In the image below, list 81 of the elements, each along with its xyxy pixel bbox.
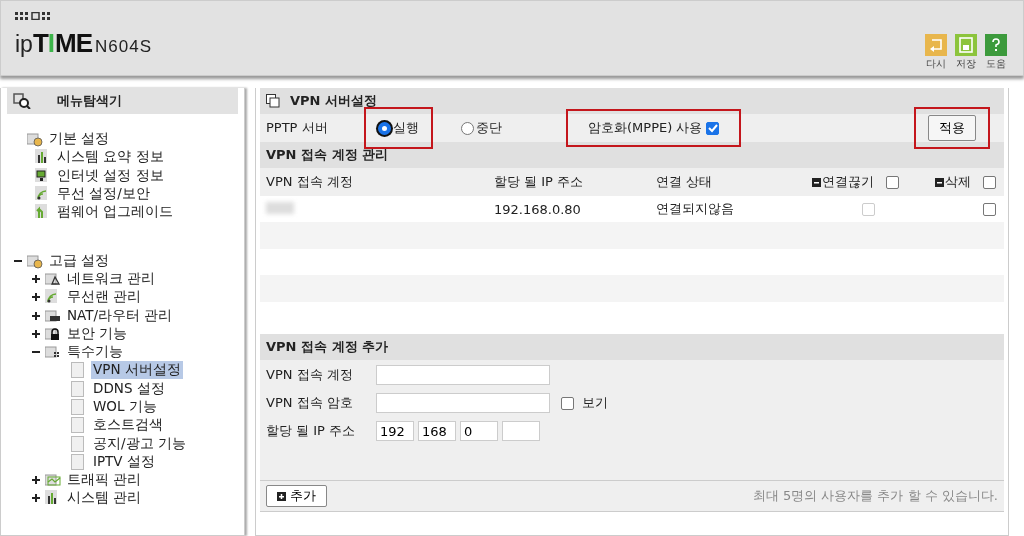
help-button[interactable]: 도움	[985, 34, 1007, 71]
column-header: 연결 상태	[655, 173, 714, 191]
folder-icon	[45, 344, 61, 361]
menu-item[interactable]: 공지/광고 기능	[91, 434, 188, 453]
expand-icon[interactable]	[32, 494, 40, 503]
column-header: 연결끊기	[822, 173, 874, 191]
page-icon	[71, 380, 87, 397]
checkbox[interactable]	[886, 175, 899, 189]
line-chart-icon	[45, 472, 61, 489]
column-header: 삭제	[945, 173, 971, 191]
table-cell-text: 192.168.0.80	[493, 201, 582, 217]
minus-icon	[935, 177, 944, 187]
menu-item[interactable]: 트래픽 관리	[65, 471, 144, 490]
page-icon	[71, 362, 87, 379]
undo-button[interactable]: 다시	[925, 34, 947, 71]
expand-icon[interactable]	[32, 311, 40, 320]
brand-logo: ipTIME N604S	[15, 28, 152, 59]
menu-item[interactable]: DDNS 설정	[91, 379, 167, 398]
checkbox[interactable]	[561, 396, 574, 410]
lock-icon	[45, 325, 61, 342]
minus-icon	[812, 177, 821, 187]
save-button[interactable]: 저장	[955, 34, 977, 71]
folder-icon	[27, 252, 43, 269]
page-icon	[71, 453, 87, 470]
menu-item[interactable]: IPTV 설정	[91, 452, 157, 471]
checkbox[interactable]	[983, 175, 996, 189]
menu-item[interactable]: VPN 서버설정	[91, 361, 183, 380]
menu-item[interactable]: 호스트검색	[91, 416, 165, 435]
menu-item[interactable]: 고급 설정	[47, 251, 112, 270]
section-title: VPN 접속 계정 관리	[266, 146, 389, 164]
menu-item[interactable]: 보안 기능	[65, 324, 130, 343]
field-label: PPTP 서버	[266, 119, 329, 137]
add-button[interactable]: 추가	[266, 485, 327, 507]
text-field[interactable]	[376, 365, 550, 385]
field-label: 할당 될 IP 주소	[266, 422, 357, 440]
table-cell-text: 연결되지않음	[655, 200, 735, 218]
option-label: 보기	[582, 394, 608, 412]
dot-grid-logo-icon	[15, 12, 50, 20]
radio-option[interactable]: 실행	[378, 119, 419, 137]
page-icon	[71, 435, 87, 452]
option-label: 암호화(MPPE) 사용	[588, 119, 703, 137]
menu-item[interactable]: 펌웨어 업그레이드	[55, 203, 176, 222]
ip-octet-field[interactable]: 0	[460, 421, 498, 441]
menu-item[interactable]: 네트워크 관리	[65, 269, 158, 288]
apply-button[interactable]: 적용	[928, 115, 976, 141]
ip-octet-field[interactable]: 168	[418, 421, 456, 441]
menu-item[interactable]: 무선랜 관리	[65, 288, 144, 307]
windows-icon	[266, 94, 280, 108]
checkbox[interactable]	[706, 121, 720, 135]
password-field[interactable]	[376, 393, 550, 413]
menu-item[interactable]: 시스템 요약 정보	[55, 148, 166, 167]
expand-icon[interactable]	[32, 476, 40, 485]
expand-icon[interactable]	[32, 274, 40, 283]
ip-octet-field[interactable]: 192	[376, 421, 414, 441]
network-icon	[45, 270, 61, 287]
ip-octet-field[interactable]	[502, 421, 540, 441]
menu-item[interactable]: NAT/라우터 관리	[65, 306, 175, 325]
menu-item[interactable]: 기본 설정	[47, 130, 112, 149]
field-label: VPN 접속 암호	[266, 394, 354, 412]
panel-title: 메뉴탐색기	[57, 92, 122, 110]
section-title: VPN 서버설정	[290, 92, 377, 110]
column-header: VPN 접속 계정	[265, 173, 354, 191]
checkbox[interactable]	[983, 202, 996, 216]
menu-item[interactable]: 무선 설정/보안	[55, 185, 152, 204]
hint-text: 최대 5명의 사용자를 추가 할 수 있습니다.	[752, 487, 998, 505]
menu-item[interactable]: 인터넷 설정 정보	[55, 166, 166, 185]
menu-item[interactable]: 시스템 관리	[65, 489, 144, 508]
router-icon	[45, 307, 61, 324]
expand-icon[interactable]	[32, 329, 40, 338]
plus-icon	[277, 491, 286, 501]
search-icon	[13, 93, 31, 109]
page-icon	[71, 417, 87, 434]
radio-option[interactable]: 중단	[461, 119, 502, 137]
section-title: VPN 접속 계정 추가	[266, 338, 389, 356]
menu-item[interactable]: 특수기능	[65, 343, 125, 362]
column-header: 할당 될 IP 주소	[493, 173, 585, 191]
field-label: VPN 접속 계정	[266, 366, 354, 384]
page-icon	[71, 399, 87, 415]
expand-icon[interactable]	[32, 293, 40, 302]
menu-item[interactable]: WOL 기능	[91, 398, 159, 416]
folder-icon	[27, 131, 43, 148]
